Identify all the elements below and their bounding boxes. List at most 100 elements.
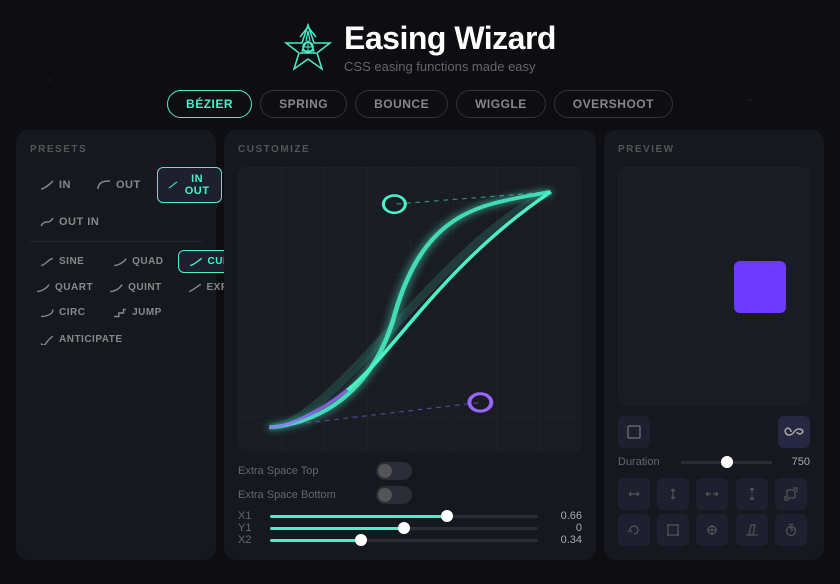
x1-thumb[interactable] <box>441 510 453 522</box>
presets-label: PRESETS <box>30 144 202 155</box>
rotate-btn[interactable] <box>618 514 650 546</box>
preset-quad-btn[interactable]: QUAD <box>103 250 173 273</box>
arrows-v-btn[interactable] <box>736 478 768 510</box>
anticipate-curve-icon <box>40 335 54 345</box>
out-in-row: OUT IN <box>30 211 202 233</box>
wizard-icon <box>284 23 332 71</box>
origin-icon <box>705 523 719 537</box>
tab-bounce[interactable]: BOUNCE <box>355 90 448 118</box>
scale-btn[interactable] <box>775 478 807 510</box>
app-title: Easing Wizard <box>344 20 556 57</box>
x2-value: 0.34 <box>546 534 582 546</box>
duration-row: Duration 750 <box>618 456 810 468</box>
tab-spring[interactable]: SPRING <box>260 90 347 118</box>
out-in-curve-icon <box>40 217 54 227</box>
x2-slider[interactable] <box>270 539 538 542</box>
preset-jump-btn[interactable]: JUMP <box>103 302 173 323</box>
circ-curve-icon <box>40 308 54 318</box>
icon-grid-1 <box>618 478 810 510</box>
x2-track <box>270 539 361 542</box>
origin-btn[interactable] <box>696 514 728 546</box>
jump-curve-icon <box>113 308 127 318</box>
preset-out-in-btn[interactable]: OUT IN <box>30 211 109 233</box>
y1-row: Y1 0 <box>238 522 582 534</box>
customize-panel: CUSTOMIZE <box>224 130 596 560</box>
x1-row: X1 0.66 <box>238 510 582 522</box>
extra-space-top-label: Extra Space Top <box>238 465 368 477</box>
preview-panel: PREVIEW <box>604 130 824 560</box>
extra-space-bottom-row: Extra Space Bottom <box>238 486 582 504</box>
border-btn[interactable] <box>657 514 689 546</box>
customize-label: CUSTOMIZE <box>238 144 582 155</box>
duration-value: 750 <box>780 456 810 468</box>
curve-svg <box>238 167 582 452</box>
preset-quart-btn[interactable]: QUART <box>30 277 99 298</box>
preview-label: PREVIEW <box>618 144 810 155</box>
tab-wiggle[interactable]: WIGGLE <box>456 90 546 118</box>
x1-track <box>270 515 447 518</box>
duration-label: Duration <box>618 456 673 468</box>
x2-label: X2 <box>238 534 262 546</box>
logo-row: Easing Wizard CSS easing functions made … <box>284 20 556 74</box>
easing-grid: SINE QUAD CUBIC QUART QUINT EXPO <box>30 250 202 323</box>
preset-out-btn[interactable]: OUT <box>87 174 151 196</box>
quad-curve-icon <box>113 257 127 267</box>
header: Easing Wizard CSS easing functions made … <box>0 0 840 74</box>
arrows-h-btn[interactable] <box>696 478 728 510</box>
preset-in-out-btn[interactable]: IN OUT <box>157 167 223 203</box>
y1-value: 0 <box>546 522 582 534</box>
preview-controls: Duration 750 <box>618 416 810 546</box>
preset-divider <box>30 241 202 242</box>
arrows-h-icon <box>705 487 719 501</box>
quint-curve-icon <box>109 283 123 293</box>
tab-bezier[interactable]: BÉZIER <box>167 90 252 118</box>
extra-space-bottom-toggle[interactable] <box>376 486 412 504</box>
icon-grid-2 <box>618 514 810 546</box>
x1-value: 0.66 <box>546 510 582 522</box>
move-v-icon <box>666 487 680 501</box>
app-subtitle: CSS easing functions made easy <box>344 59 556 74</box>
y1-slider[interactable] <box>270 527 538 530</box>
tab-overshoot[interactable]: OVERSHOOT <box>554 90 673 118</box>
tab-bar: BÉZIER SPRING BOUNCE WIGGLE OVERSHOOT <box>0 90 840 118</box>
move-horizontal-btn[interactable] <box>618 478 650 510</box>
extra-space-top-row: Extra Space Top <box>238 462 582 480</box>
preview-area <box>618 167 810 406</box>
skew-btn[interactable] <box>736 514 768 546</box>
extra-space-top-toggle[interactable] <box>376 462 412 480</box>
infinity-btn[interactable] <box>778 416 810 448</box>
y1-track <box>270 527 404 530</box>
rotate-icon <box>627 523 641 537</box>
quart-curve-icon <box>36 283 50 293</box>
cubic-curve-icon <box>189 257 203 267</box>
scale-icon <box>784 487 798 501</box>
in-out-curve-icon <box>168 180 178 190</box>
expo-curve-icon <box>188 283 202 293</box>
duration-thumb[interactable] <box>721 456 733 468</box>
x1-slider[interactable] <box>270 515 538 518</box>
x1-label: X1 <box>238 510 262 522</box>
move-vertical-btn[interactable] <box>657 478 689 510</box>
extra-space-bottom-label: Extra Space Bottom <box>238 489 368 501</box>
skew-icon <box>745 523 759 537</box>
main-content: PRESETS IN OUT IN OUT OUT IN <box>0 118 840 572</box>
direction-row: IN OUT IN OUT <box>30 167 202 203</box>
presets-panel: PRESETS IN OUT IN OUT OUT IN <box>16 130 216 560</box>
arrows-v-icon <box>745 487 759 501</box>
y1-label: Y1 <box>238 522 262 534</box>
preview-top-row <box>618 416 810 448</box>
preset-in-btn[interactable]: IN <box>30 174 81 196</box>
timer-icon <box>784 523 798 537</box>
y1-thumb[interactable] <box>398 522 410 534</box>
move-h-icon <box>627 487 641 501</box>
preset-anticipate-btn[interactable]: ANTICIPATE <box>30 329 133 350</box>
preset-quint-btn[interactable]: QUINT <box>103 277 173 298</box>
preset-sine-btn[interactable]: SINE <box>30 250 99 273</box>
expand-btn[interactable] <box>618 416 650 448</box>
preview-box <box>734 261 786 313</box>
duration-slider[interactable] <box>681 461 772 464</box>
x2-thumb[interactable] <box>355 534 367 546</box>
timer-btn[interactable] <box>775 514 807 546</box>
in-curve-icon <box>40 180 54 190</box>
preset-circ-btn[interactable]: CIRC <box>30 302 99 323</box>
